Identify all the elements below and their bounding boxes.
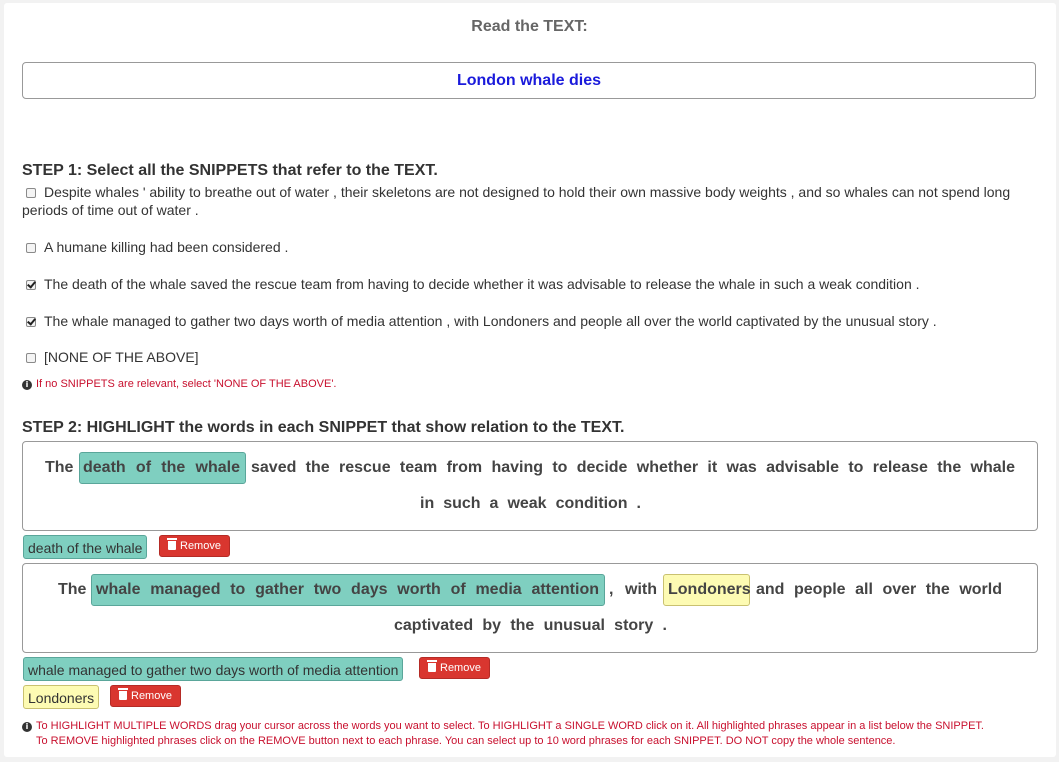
snippet2-line2[interactable]: captivated by the unusual story .	[394, 617, 667, 635]
step2-instructions: i To HIGHLIGHT MULTIPLE WORDS drag your c…	[22, 719, 1052, 749]
word-the-1[interactable]: The	[45, 459, 73, 477]
snippet-checkbox-2[interactable]	[26, 243, 36, 253]
snippet-checkbox-4[interactable]	[26, 317, 36, 327]
highlight-tag-death-of-the-whale: death of the whale	[23, 535, 148, 559]
word-comma-with[interactable]: , with	[609, 581, 657, 599]
remove-label-2: Remove	[440, 662, 481, 674]
highlight-text-death[interactable]: death of the whale	[83, 459, 240, 477]
trash-icon	[118, 688, 128, 700]
text-box: London whale dies	[22, 62, 1036, 99]
step1-hint: i If no SNIPPETS are relevant, select 'NO…	[22, 377, 337, 392]
snippet1-line2[interactable]: in such a weak condition .	[420, 495, 641, 513]
highlight-text-londoners[interactable]: Londoners	[668, 581, 751, 599]
snippet-text-none: [NONE OF THE ABOVE]	[44, 349, 199, 365]
snippet-checkbox-3[interactable]	[26, 280, 36, 290]
info-icon: i	[22, 380, 32, 390]
remove-button-1[interactable]: Remove	[159, 535, 230, 557]
step1-hint-text: If no SNIPPETS are relevant, select 'NON…	[36, 378, 337, 390]
snippet-checkbox-1[interactable]	[26, 188, 36, 198]
read-text-heading: Read the TEXT:	[471, 18, 588, 35]
snippet-checkbox-none[interactable]	[26, 353, 36, 363]
snippet-option-3[interactable]: The death of the whale saved the rescue …	[22, 275, 1022, 293]
step2-title: STEP 2: HIGHLIGHT the words in each SNIP…	[22, 419, 625, 436]
trash-icon	[427, 660, 437, 672]
snippet-option-4[interactable]: The whale managed to gather two days wor…	[22, 312, 1022, 330]
snippet-text-1a: Despite whales ' ability to breathe out …	[44, 184, 1011, 200]
word-the-2[interactable]: The	[58, 581, 86, 599]
snippet-text-4: The whale managed to gather two days wor…	[44, 313, 937, 329]
snippet2-line1-rest[interactable]: and people all over the world	[756, 581, 1002, 599]
highlight-tag-whale-managed: whale managed to gather two days worth o…	[23, 657, 404, 681]
snippet-text-2: A humane killing had been considered .	[44, 239, 289, 255]
highlight-tag-londoners: Londoners	[23, 685, 100, 709]
info-icon: i	[22, 722, 32, 732]
remove-button-2[interactable]: Remove	[419, 657, 490, 679]
step1-title: STEP 1: Select all the SNIPPETS that ref…	[22, 162, 438, 179]
instructions-line1: To HIGHLIGHT MULTIPLE WORDS drag your cu…	[36, 720, 984, 732]
snippet-text-1b: periods of time out of water .	[22, 202, 199, 218]
instructions-line2: To REMOVE highlighted phrases click on t…	[36, 735, 896, 747]
remove-button-3[interactable]: Remove	[110, 685, 181, 707]
trash-icon	[167, 538, 177, 550]
remove-label-3: Remove	[131, 690, 172, 702]
snippet-text-3: The death of the whale saved the rescue …	[44, 276, 920, 292]
remove-label-1: Remove	[180, 540, 221, 552]
snippet-option-none[interactable]: [NONE OF THE ABOVE]	[22, 348, 1022, 366]
text-value: London whale dies	[456, 71, 601, 89]
snippet-option-2[interactable]: A humane killing had been considered .	[22, 238, 1022, 256]
highlight-text-whale[interactable]: whale managed to gather two days worth o…	[96, 581, 599, 599]
snippet1-line1-rest[interactable]: saved the rescue team from having to dec…	[251, 459, 1015, 477]
snippet-option-1[interactable]: Despite whales ' ability to breathe out …	[22, 183, 1022, 219]
